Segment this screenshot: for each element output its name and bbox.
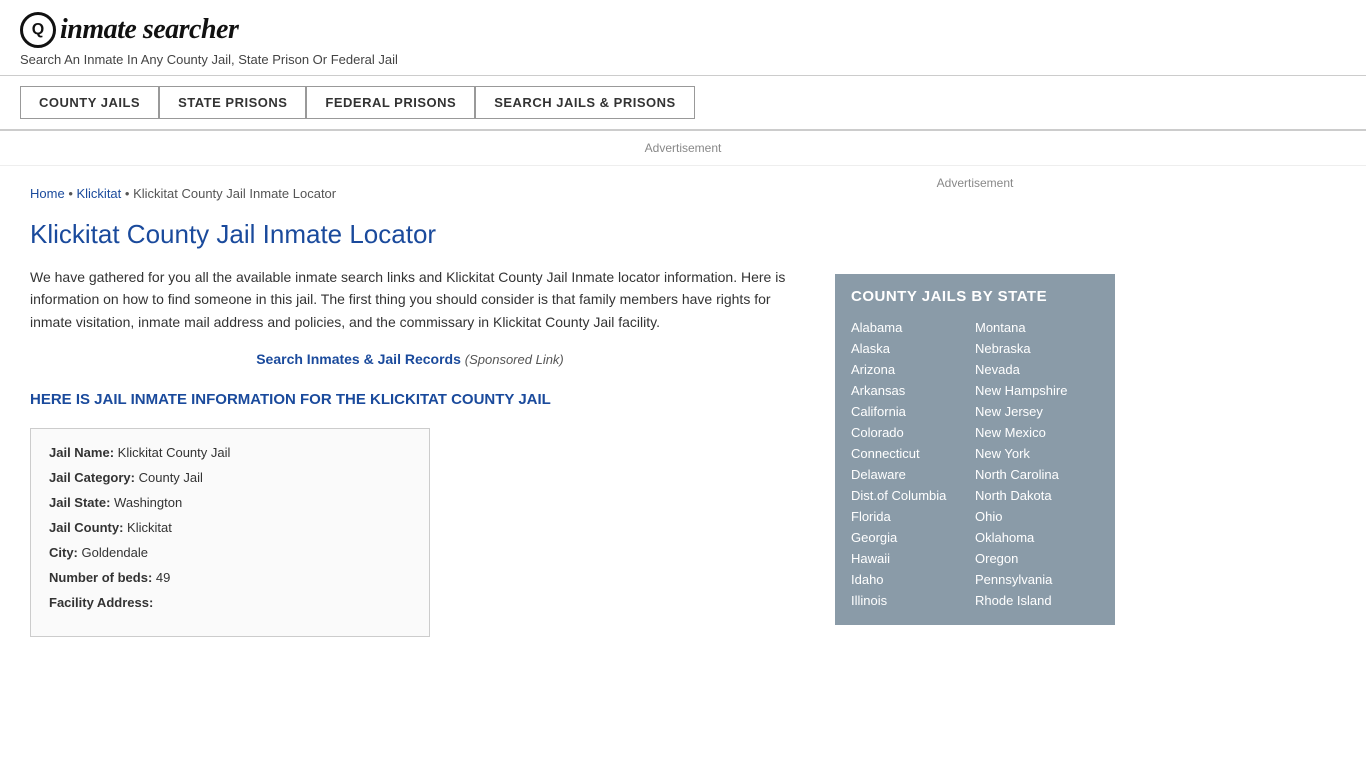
beds-value: 49 <box>156 570 170 585</box>
ad-bar: Advertisement <box>0 131 1366 166</box>
header: Q inmate searcher Search An Inmate In An… <box>0 0 1366 76</box>
breadcrumb-sep2: • <box>125 186 133 201</box>
page-title: Klickitat County Jail Inmate Locator <box>30 219 790 250</box>
logo-icon: Q <box>20 12 56 48</box>
sidebar-ad-label: Advertisement <box>937 176 1014 190</box>
state-link[interactable]: Oklahoma <box>975 527 1099 548</box>
search-jails-nav-button[interactable]: SEARCH JAILS & PRISONS <box>475 86 694 119</box>
sponsored-link[interactable]: Search Inmates & Jail Records <box>256 351 461 367</box>
jail-category-label: Jail Category: <box>49 470 135 485</box>
jail-state-label: Jail State: <box>49 495 110 510</box>
jail-county-value: Klickitat <box>127 520 172 535</box>
state-link[interactable]: Pennsylvania <box>975 569 1099 590</box>
sidebar: Advertisement COUNTY JAILS BY STATE Alab… <box>820 166 1130 657</box>
jail-name-value: Klickitat County Jail <box>118 445 231 460</box>
state-link[interactable]: Arkansas <box>851 380 975 401</box>
state-link[interactable]: Colorado <box>851 422 975 443</box>
state-box-title: COUNTY JAILS BY STATE <box>851 288 1099 305</box>
state-link[interactable]: Nebraska <box>975 338 1099 359</box>
logo-area: Q inmate searcher <box>20 12 1346 48</box>
state-link[interactable]: Florida <box>851 506 975 527</box>
state-link[interactable]: New Jersey <box>975 401 1099 422</box>
nav-bar: COUNTY JAILS STATE PRISONS FEDERAL PRISO… <box>0 76 1366 131</box>
state-link[interactable]: Alaska <box>851 338 975 359</box>
jail-category-row: Jail Category: County Jail <box>49 470 411 485</box>
state-columns: AlabamaAlaskaArizonaArkansasCaliforniaCo… <box>851 317 1099 611</box>
state-link[interactable]: New Mexico <box>975 422 1099 443</box>
main-layout: Home • Klickitat • Klickitat County Jail… <box>0 166 1366 657</box>
sponsored-note: (Sponsored Link) <box>465 352 564 367</box>
state-link[interactable]: Alabama <box>851 317 975 338</box>
sidebar-ad: Advertisement <box>835 176 1115 256</box>
beds-row: Number of beds: 49 <box>49 570 411 585</box>
state-link[interactable]: Nevada <box>975 359 1099 380</box>
state-link[interactable]: Idaho <box>851 569 975 590</box>
breadcrumb-current: Klickitat County Jail Inmate Locator <box>133 186 336 201</box>
state-link[interactable]: Dist.of Columbia <box>851 485 975 506</box>
state-link[interactable]: Oregon <box>975 548 1099 569</box>
state-link[interactable]: Delaware <box>851 464 975 485</box>
county-jails-nav-button[interactable]: COUNTY JAILS <box>20 86 159 119</box>
jail-county-row: Jail County: Klickitat <box>49 520 411 535</box>
main-content: Home • Klickitat • Klickitat County Jail… <box>0 166 820 657</box>
jail-category-value: County Jail <box>139 470 203 485</box>
state-link[interactable]: Illinois <box>851 590 975 611</box>
state-link[interactable]: Rhode Island <box>975 590 1099 611</box>
tagline: Search An Inmate In Any County Jail, Sta… <box>20 52 1346 67</box>
facility-address-label: Facility Address: <box>49 595 153 610</box>
state-link[interactable]: North Carolina <box>975 464 1099 485</box>
info-box: Jail Name: Klickitat County Jail Jail Ca… <box>30 428 430 637</box>
state-link[interactable]: Arizona <box>851 359 975 380</box>
federal-prisons-nav-button[interactable]: FEDERAL PRISONS <box>306 86 475 119</box>
state-link[interactable]: California <box>851 401 975 422</box>
jail-county-label: Jail County: <box>49 520 123 535</box>
state-link[interactable]: Georgia <box>851 527 975 548</box>
state-link[interactable]: Hawaii <box>851 548 975 569</box>
state-link[interactable]: Montana <box>975 317 1099 338</box>
state-link[interactable]: North Dakota <box>975 485 1099 506</box>
jail-name-row: Jail Name: Klickitat County Jail <box>49 445 411 460</box>
state-link[interactable]: Connecticut <box>851 443 975 464</box>
facility-address-row: Facility Address: <box>49 595 411 610</box>
state-link[interactable]: Ohio <box>975 506 1099 527</box>
state-col-left: AlabamaAlaskaArizonaArkansasCaliforniaCo… <box>851 317 975 611</box>
breadcrumb-klickitat[interactable]: Klickitat <box>76 186 121 201</box>
city-value: Goldendale <box>82 545 149 560</box>
ad-label: Advertisement <box>645 141 722 155</box>
state-prisons-nav-button[interactable]: STATE PRISONS <box>159 86 306 119</box>
logo-text: inmate searcher <box>60 14 238 46</box>
city-label: City: <box>49 545 78 560</box>
state-box: COUNTY JAILS BY STATE AlabamaAlaskaArizo… <box>835 274 1115 625</box>
jail-state-row: Jail State: Washington <box>49 495 411 510</box>
state-link[interactable]: New Hampshire <box>975 380 1099 401</box>
state-link[interactable]: New York <box>975 443 1099 464</box>
body-text: We have gathered for you all the availab… <box>30 266 790 333</box>
jail-state-value: Washington <box>114 495 182 510</box>
breadcrumb-home[interactable]: Home <box>30 186 65 201</box>
sponsored-link-section: Search Inmates & Jail Records (Sponsored… <box>30 351 790 367</box>
state-col-right: MontanaNebraskaNevadaNew HampshireNew Je… <box>975 317 1099 611</box>
section-heading: HERE IS JAIL INMATE INFORMATION FOR THE … <box>30 389 790 410</box>
jail-name-label: Jail Name: <box>49 445 114 460</box>
breadcrumb: Home • Klickitat • Klickitat County Jail… <box>30 186 790 201</box>
beds-label: Number of beds: <box>49 570 152 585</box>
city-row: City: Goldendale <box>49 545 411 560</box>
